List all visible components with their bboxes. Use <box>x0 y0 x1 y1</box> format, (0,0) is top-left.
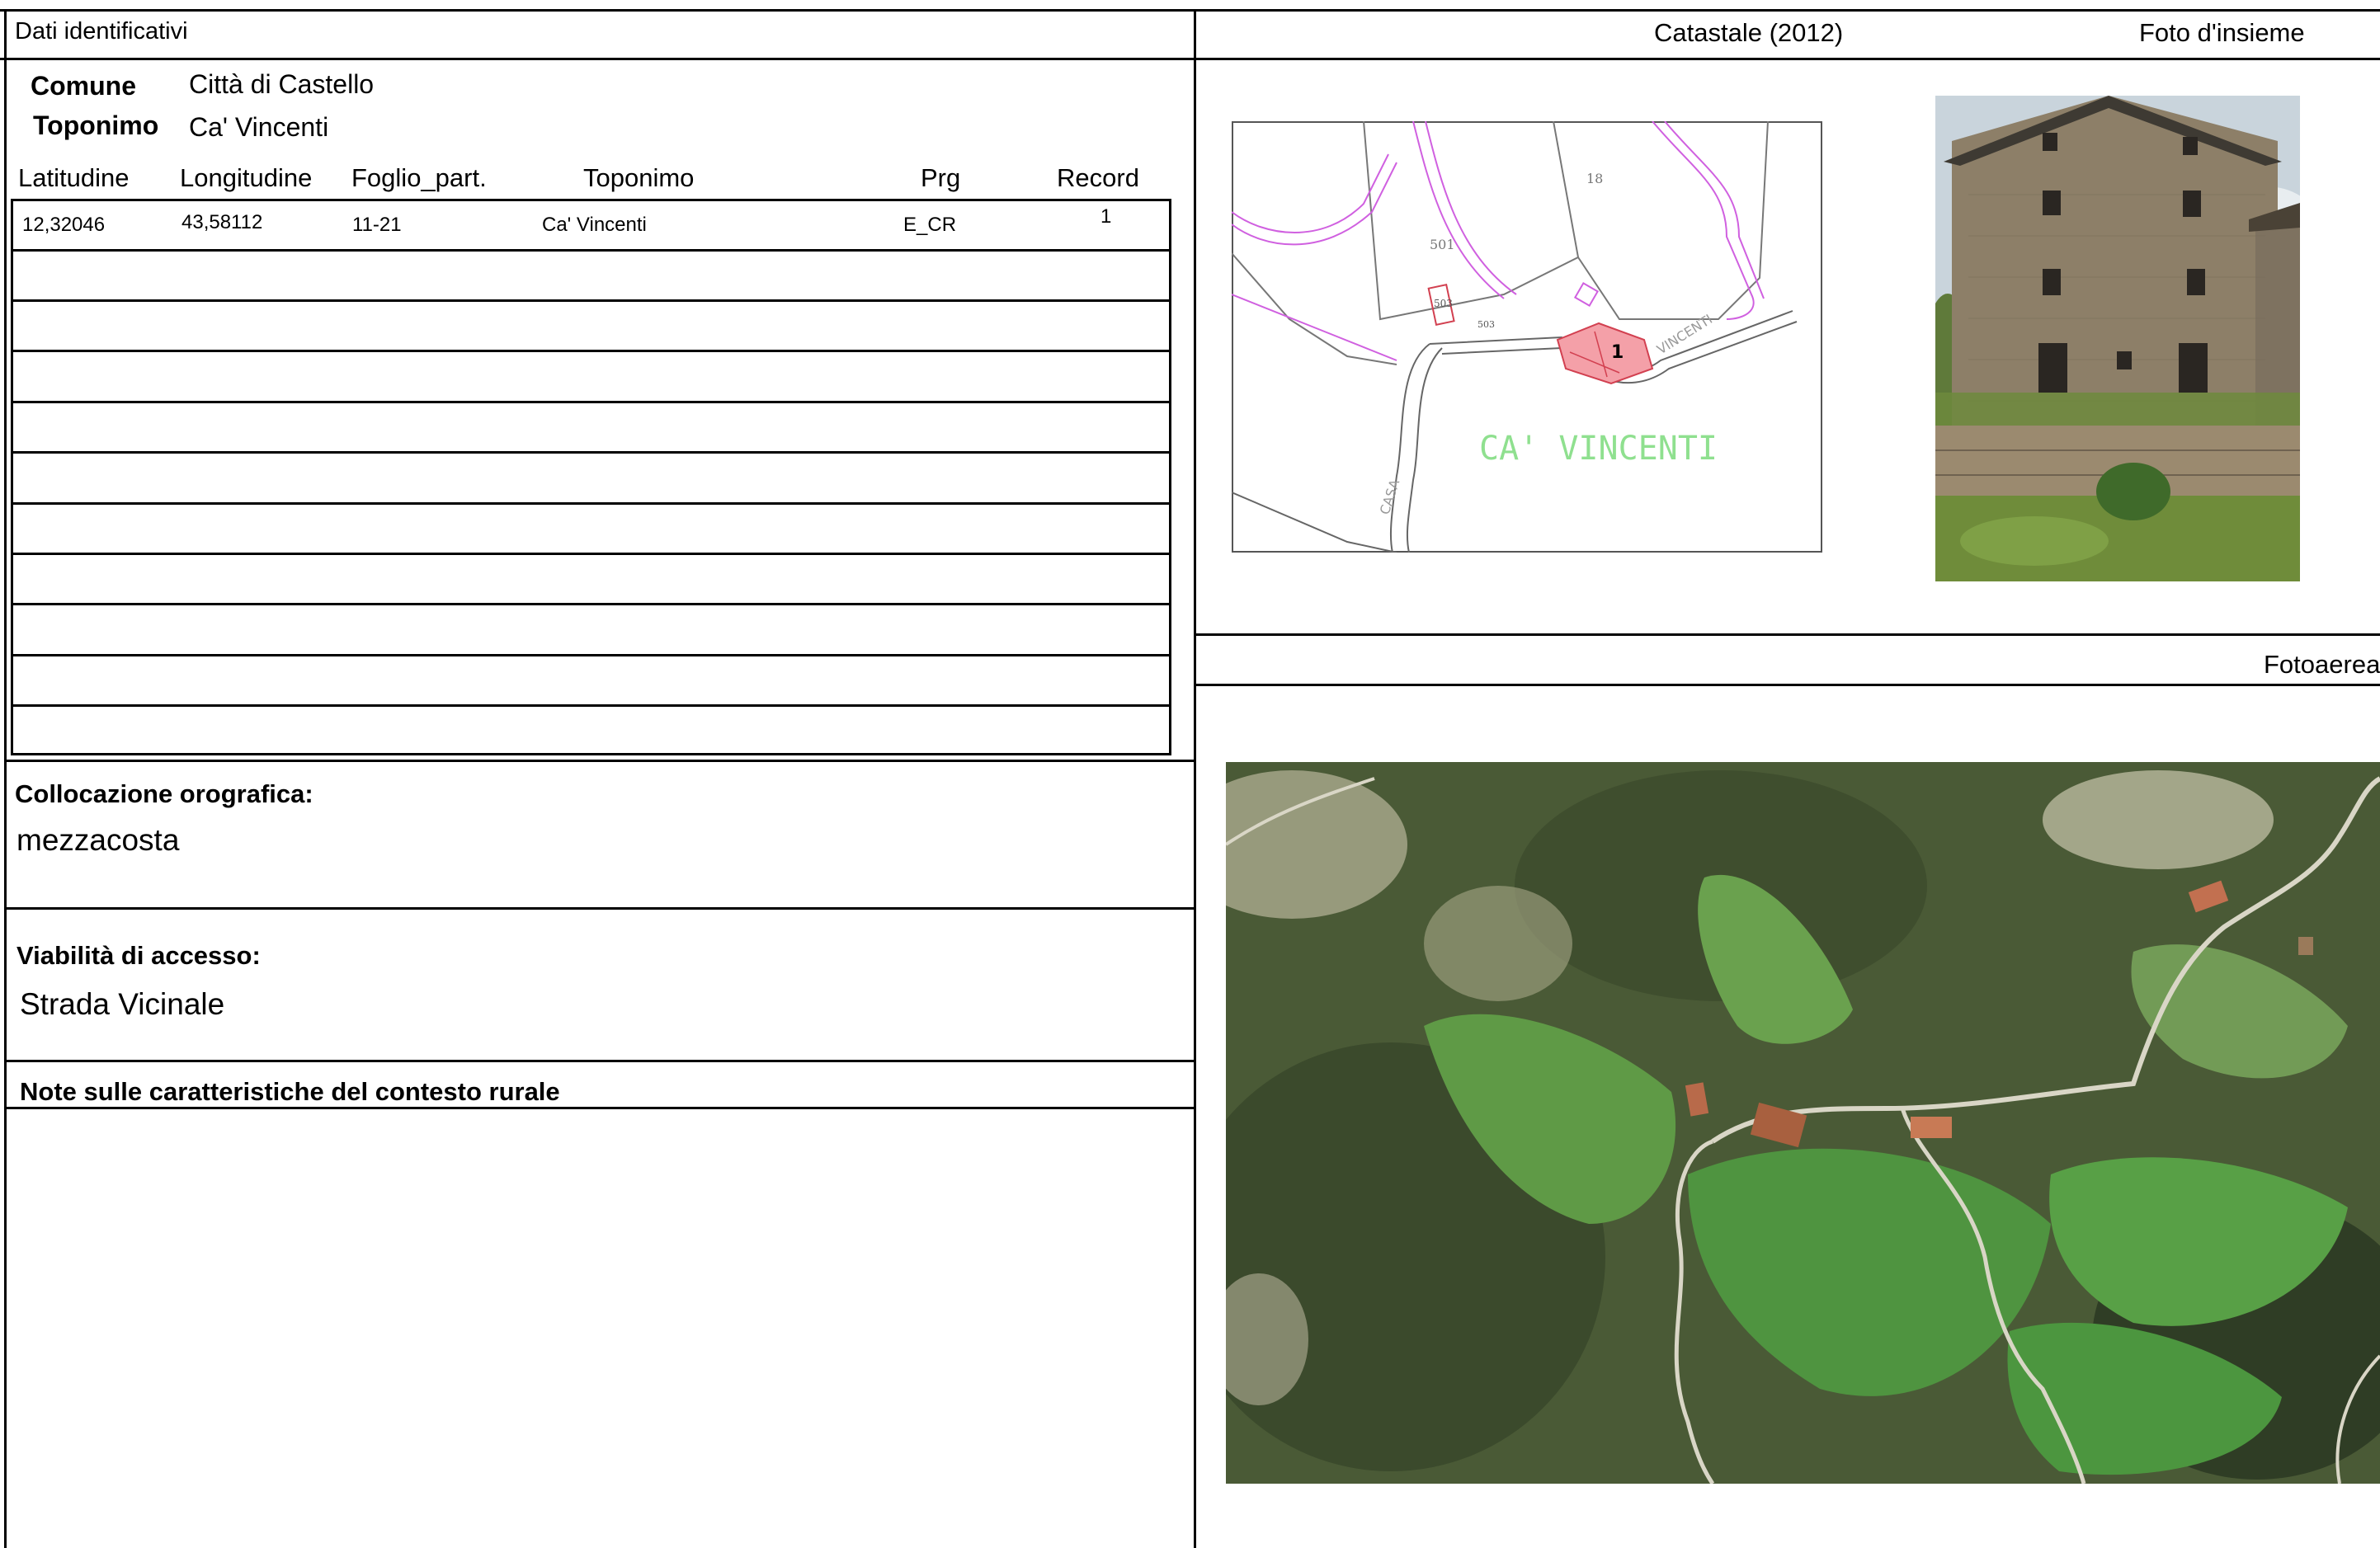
table-row-empty <box>13 656 1169 707</box>
sep-aerial-header <box>1194 684 2380 686</box>
overview-photo <box>1935 96 2300 581</box>
header-divider <box>0 58 2380 60</box>
toponimo-value: Ca' Vincenti <box>189 112 329 142</box>
parcel-number: 18 <box>1586 171 1603 186</box>
parcel-number: 503 <box>1434 298 1453 309</box>
section-title-overview-photo: Foto d'insieme <box>2139 18 2305 47</box>
table-row: 12,32046 43,58112 11-21 Ca' Vincenti E_C… <box>13 201 1169 252</box>
section-title-identification: Dati identificativi <box>15 18 188 45</box>
comune-label: Comune <box>31 71 136 101</box>
records-table: 12,32046 43,58112 11-21 Ca' Vincenti E_C… <box>11 199 1171 755</box>
cadastral-map: 18 501 503 503 1 CASA VINCENTI CA' VINCE… <box>1231 120 1822 553</box>
aerial-photo <box>1226 762 2380 1484</box>
cell-toponimo: Ca' Vincenti <box>542 214 647 236</box>
sep-orografica-bottom <box>4 907 1194 910</box>
left-border <box>4 9 7 1548</box>
viabilita-label: Viabilità di accesso: <box>16 941 261 970</box>
table-row-empty <box>13 252 1169 302</box>
parcel-number: 501 <box>1430 237 1455 252</box>
sep-note-header <box>4 1107 1194 1109</box>
sep-viabilita-bottom <box>4 1060 1194 1062</box>
col-header-latitudine: Latitudine <box>18 163 130 192</box>
cell-latitudine: 12,32046 <box>22 214 106 236</box>
table-row-empty <box>13 505 1169 555</box>
parcel-number: 1 <box>1611 342 1624 363</box>
col-header-toponimo: Toponimo <box>583 163 695 192</box>
table-row-empty <box>13 555 1169 605</box>
cell-longitudine: 43,58112 <box>181 211 263 233</box>
orografica-value: mezzacosta <box>16 823 180 857</box>
viabilita-value: Strada Vicinale <box>20 987 225 1021</box>
col-header-foglio: Foglio_part. <box>351 163 487 192</box>
orografica-label: Collocazione orografica: <box>15 779 313 808</box>
toponimo-label: Toponimo <box>33 111 159 140</box>
sep-aerial-top <box>1194 633 2380 636</box>
table-row-empty <box>13 302 1169 352</box>
cell-prg: E_CR <box>903 214 957 236</box>
col-header-record: Record <box>1057 163 1139 192</box>
section-title-aerial-photo: Fotoaerea <box>2264 650 2380 679</box>
note-label: Note sulle caratteristiche del contesto … <box>20 1077 560 1106</box>
cell-foglio: 11-21 <box>352 214 402 236</box>
table-row-empty <box>13 454 1169 505</box>
table-row-empty <box>13 353 1169 403</box>
table-row-empty <box>13 707 1169 757</box>
parcel-number: 503 <box>1477 319 1495 330</box>
col-header-longitudine: Longitudine <box>180 163 313 192</box>
col-header-prg: Prg <box>921 163 961 192</box>
cell-record: 1 <box>1100 205 1112 228</box>
comune-value: Città di Castello <box>189 69 375 99</box>
center-divider <box>1194 9 1196 1548</box>
place-label: CA' VINCENTI <box>1479 430 1718 468</box>
sep-table-bottom <box>4 760 1194 762</box>
section-title-cadastral: Catastale (2012) <box>1654 18 1844 47</box>
table-row-empty <box>13 606 1169 656</box>
top-border <box>0 9 2380 12</box>
table-row-empty <box>13 403 1169 454</box>
